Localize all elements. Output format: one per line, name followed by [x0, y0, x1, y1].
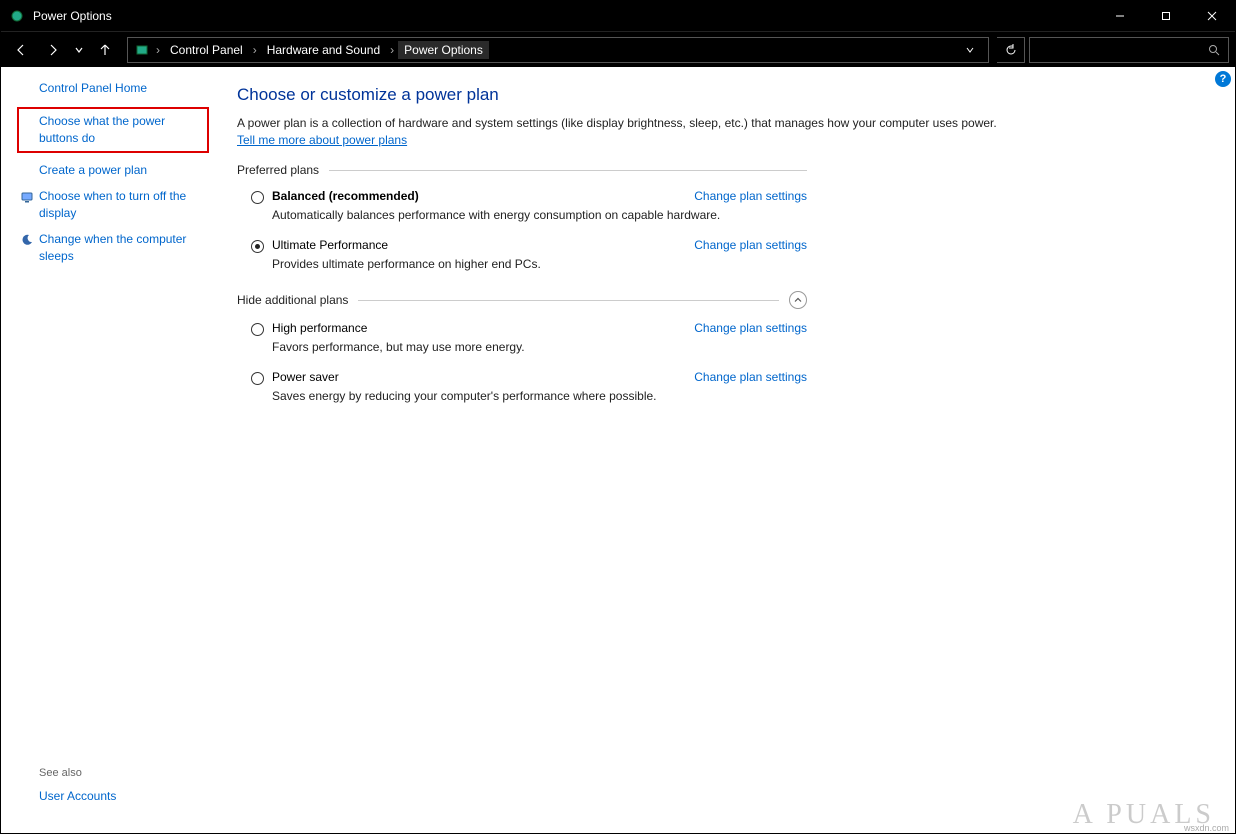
breadcrumb-hardware-sound[interactable]: Hardware and Sound — [261, 41, 386, 59]
page-description: A power plan is a collection of hardware… — [237, 115, 1017, 149]
up-button[interactable] — [91, 36, 119, 64]
collapse-toggle-icon[interactable] — [789, 291, 807, 309]
help-icon[interactable]: ? — [1215, 71, 1231, 87]
plan-desc: Saves energy by reducing your computer's… — [237, 387, 807, 417]
radio-ultimate[interactable] — [251, 240, 264, 253]
radio-high-performance[interactable] — [251, 323, 264, 336]
plan-desc: Provides ultimate performance on higher … — [237, 255, 807, 285]
plan-row-high-performance: High performance Change plan settings — [237, 319, 807, 338]
change-plan-settings-link[interactable]: Change plan settings — [694, 370, 807, 384]
location-icon — [132, 43, 152, 57]
sidebar-link-power-buttons[interactable]: Choose what the power buttons do — [17, 107, 209, 153]
control-panel-home-link[interactable]: Control Panel Home — [39, 81, 209, 95]
main-content: ? Choose or customize a power plan A pow… — [221, 67, 1235, 833]
search-icon — [1208, 44, 1220, 56]
sidebar-link-label: Change when the computer sleeps — [39, 231, 209, 265]
plan-name[interactable]: Balanced (recommended) — [272, 189, 419, 203]
app-icon — [9, 8, 25, 24]
sidebar-link-create-plan[interactable]: Create a power plan — [19, 162, 209, 179]
plan-row-power-saver: Power saver Change plan settings — [237, 368, 807, 387]
radio-power-saver[interactable] — [251, 372, 264, 385]
window-title: Power Options — [33, 9, 112, 23]
chevron-right-icon[interactable]: › — [388, 41, 396, 59]
breadcrumb-control-panel[interactable]: Control Panel — [164, 41, 249, 59]
forward-button[interactable] — [39, 36, 67, 64]
plan-desc: Favors performance, but may use more ene… — [237, 338, 807, 368]
sidebar: Control Panel Home Choose what the power… — [1, 67, 221, 833]
recent-locations-button[interactable] — [71, 36, 87, 64]
refresh-button[interactable] — [997, 37, 1025, 63]
sidebar-link-label: Choose when to turn off the display — [39, 188, 209, 222]
navigation-bar: › Control Panel › Hardware and Sound › P… — [1, 31, 1235, 67]
sidebar-link-label: Create a power plan — [39, 162, 147, 179]
close-button[interactable] — [1189, 1, 1235, 31]
plan-row-ultimate: Ultimate Performance Change plan setting… — [237, 236, 807, 255]
change-plan-settings-link[interactable]: Change plan settings — [694, 238, 807, 252]
moon-icon — [19, 232, 35, 248]
plan-name[interactable]: Power saver — [272, 370, 339, 384]
search-box[interactable] — [1029, 37, 1229, 63]
change-plan-settings-link[interactable]: Change plan settings — [694, 321, 807, 335]
page-title: Choose or customize a power plan — [237, 85, 1195, 105]
chevron-right-icon[interactable]: › — [251, 41, 259, 59]
plan-name[interactable]: High performance — [272, 321, 367, 335]
see-also-user-accounts[interactable]: User Accounts — [39, 789, 209, 803]
sidebar-link-label: Choose what the power buttons do — [39, 113, 201, 147]
back-button[interactable] — [7, 36, 35, 64]
window-controls — [1097, 1, 1235, 31]
section-preferred-plans: Preferred plans — [237, 163, 807, 177]
change-plan-settings-link[interactable]: Change plan settings — [694, 189, 807, 203]
monitor-icon — [19, 189, 35, 205]
minimize-button[interactable] — [1097, 1, 1143, 31]
sidebar-link-sleep[interactable]: Change when the computer sleeps — [19, 231, 209, 265]
radio-balanced[interactable] — [251, 191, 264, 204]
chevron-right-icon[interactable]: › — [154, 41, 162, 59]
tell-me-more-link[interactable]: Tell me more about power plans — [237, 133, 407, 147]
address-dropdown-button[interactable] — [956, 37, 984, 63]
section-hide-additional[interactable]: Hide additional plans — [237, 291, 807, 309]
sidebar-link-display-off[interactable]: Choose when to turn off the display — [19, 188, 209, 222]
plan-row-balanced: Balanced (recommended) Change plan setti… — [237, 187, 807, 206]
see-also-label: See also — [39, 767, 209, 779]
watermark-source: wsxdn.com — [1184, 823, 1229, 833]
address-bar[interactable]: › Control Panel › Hardware and Sound › P… — [127, 37, 989, 63]
plan-desc: Automatically balances performance with … — [237, 206, 807, 236]
breadcrumb-power-options[interactable]: Power Options — [398, 41, 489, 59]
plan-name[interactable]: Ultimate Performance — [272, 238, 388, 252]
window-titlebar: Power Options — [1, 1, 1235, 31]
maximize-button[interactable] — [1143, 1, 1189, 31]
